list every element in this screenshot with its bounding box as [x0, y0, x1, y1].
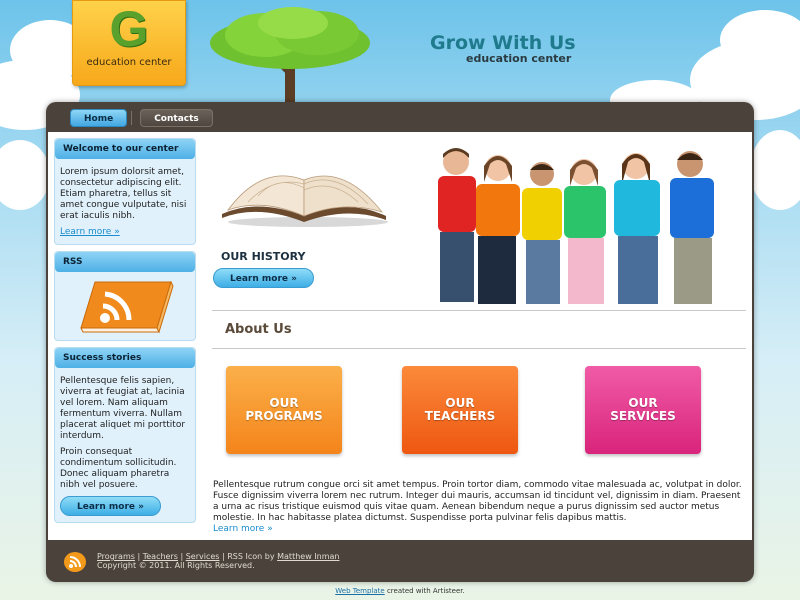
history-title: OUR HISTORY	[221, 250, 306, 263]
welcome-block-title: Welcome to our center	[55, 139, 195, 159]
tile-label-line2: PROGRAMS	[245, 409, 323, 423]
nav-item-contacts[interactable]: Contacts	[140, 109, 213, 127]
footer-link-teachers[interactable]: Teachers	[143, 552, 178, 561]
tile-label-line1: OUR	[269, 396, 299, 410]
footer-separator: |	[137, 552, 141, 561]
open-book-image	[222, 175, 388, 227]
content-area: Welcome to our center Lorem ipsum dolors…	[48, 132, 752, 540]
success-text-1: Pellentesque felis sapien, viverra at fe…	[60, 376, 186, 441]
footer-rss-credit: | RSS Icon by	[222, 552, 275, 561]
logo-text: education center	[86, 57, 172, 68]
site-title: Grow With Us	[430, 32, 576, 54]
footer-text: Programs | Teachers | Services | RSS Ico…	[97, 552, 339, 570]
nav-item-home[interactable]: Home	[70, 109, 128, 127]
our-programs-tile[interactable]: OUR PROGRAMS	[226, 366, 342, 454]
rss-book-icon[interactable]	[75, 278, 175, 334]
footer-copyright: Copyright © 2011. All Rights Reserved.	[97, 561, 255, 570]
about-us-text: Pellentesque rutrum congue orci sit amet…	[213, 480, 742, 523]
template-credit: Web Template created with Artisteer.	[0, 587, 800, 595]
logo-badge[interactable]: G education center	[72, 0, 186, 86]
footer-link-author[interactable]: Matthew Inman	[277, 552, 339, 561]
tile-label-line1: OUR	[628, 396, 658, 410]
welcome-text: Lorem ipsum dolorsit amet, consectetur a…	[60, 167, 187, 221]
footer-separator: |	[180, 552, 184, 561]
children-photo	[438, 148, 714, 304]
rss-block-title: RSS	[55, 252, 195, 272]
our-teachers-tile[interactable]: OUR TEACHERS	[402, 366, 518, 454]
about-learn-more-link[interactable]: Learn more »	[213, 524, 273, 534]
tree-illustration	[210, 7, 370, 105]
main-nav: Home Contacts	[70, 108, 221, 128]
rss-icon[interactable]	[64, 552, 86, 572]
cloud-decoration	[0, 140, 50, 210]
footer: Programs | Teachers | Services | RSS Ico…	[46, 544, 754, 578]
success-text-2: Proin consequat condimentum sollicitudin…	[60, 447, 177, 490]
tile-label-line2: SERVICES	[610, 409, 676, 423]
page-sheet: Home Contacts Welcome to our center Lore…	[46, 102, 754, 582]
welcome-block: Welcome to our center Lorem ipsum dolors…	[54, 138, 196, 245]
web-template-link[interactable]: Web Template	[335, 587, 384, 595]
site-slogan: education center	[466, 52, 572, 65]
success-block: Success stories Pellentesque felis sapie…	[54, 347, 196, 523]
welcome-learn-more-link[interactable]: Learn more »	[60, 227, 120, 237]
cloud-decoration	[720, 10, 800, 70]
tile-label-line2: TEACHERS	[424, 409, 496, 423]
about-us-title: About Us	[225, 322, 292, 337]
credit-suffix: created with Artisteer.	[386, 587, 465, 595]
nav-separator	[131, 111, 133, 125]
our-services-tile[interactable]: OUR SERVICES	[585, 366, 701, 454]
success-block-title: Success stories	[55, 348, 195, 368]
divider	[212, 348, 746, 349]
footer-link-programs[interactable]: Programs	[97, 552, 135, 561]
divider	[212, 310, 746, 311]
history-learn-more-button[interactable]: Learn more »	[213, 268, 314, 288]
sidebar: Welcome to our center Lorem ipsum dolors…	[54, 138, 196, 529]
rss-block: RSS	[54, 251, 196, 341]
footer-link-services[interactable]: Services	[186, 552, 220, 561]
cloud-decoration	[750, 130, 800, 210]
tile-label-line1: OUR	[445, 396, 475, 410]
success-learn-more-button[interactable]: Learn more »	[60, 496, 161, 516]
logo-letter: G	[109, 1, 149, 57]
